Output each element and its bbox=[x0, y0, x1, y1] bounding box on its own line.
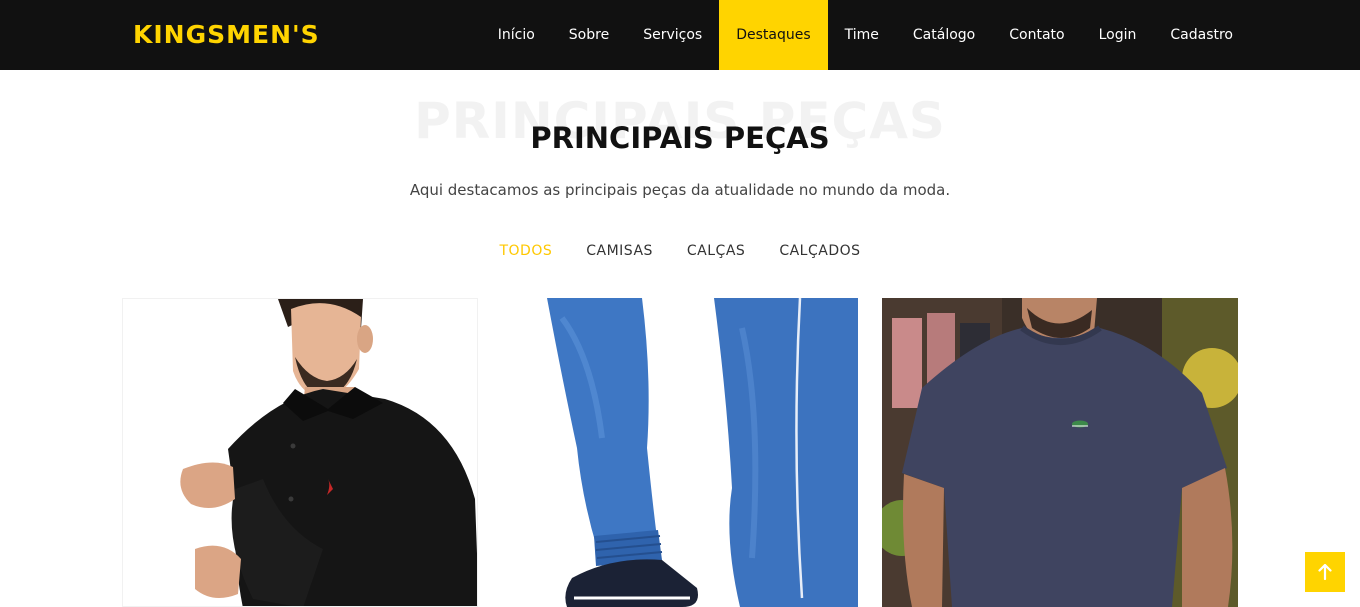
back-to-top-button[interactable] bbox=[1305, 552, 1345, 592]
filter-calcas[interactable]: CALÇAS bbox=[670, 240, 762, 262]
product-card-tshirt[interactable] bbox=[882, 298, 1238, 607]
filter-calcados[interactable]: CALÇADOS bbox=[762, 240, 877, 262]
nav-item-servicos[interactable]: Serviços bbox=[626, 0, 719, 70]
section-title: PRINCIPAIS PEÇAS bbox=[530, 121, 830, 155]
black-dress-shirt-photo bbox=[123, 299, 477, 606]
product-card-jeans[interactable] bbox=[502, 298, 858, 607]
arrow-up-icon bbox=[1318, 564, 1332, 580]
nav-item-inicio[interactable]: Início bbox=[481, 0, 552, 70]
brand-logo[interactable]: KINGSMEN'S bbox=[133, 16, 320, 54]
nav-item-contato[interactable]: Contato bbox=[992, 0, 1081, 70]
nav-item-time[interactable]: Time bbox=[828, 0, 896, 70]
main-nav: Início Sobre Serviços Destaques Time Cat… bbox=[481, 0, 1250, 70]
navy-tshirt-photo bbox=[882, 298, 1238, 607]
filter-todos[interactable]: TODOS bbox=[482, 240, 569, 262]
nav-item-catalogo[interactable]: Catálogo bbox=[896, 0, 992, 70]
section-subtitle: Aqui destacamos as principais peças da a… bbox=[409, 181, 951, 199]
nav-item-destaques[interactable]: Destaques bbox=[719, 0, 828, 70]
navbar: KINGSMEN'S Início Sobre Serviços Destaqu… bbox=[0, 0, 1360, 70]
blue-jogger-jeans-photo bbox=[502, 298, 858, 607]
nav-item-cadastro[interactable]: Cadastro bbox=[1153, 0, 1250, 70]
filter-camisas[interactable]: CAMISAS bbox=[569, 240, 670, 262]
portfolio-filters: TODOS CAMISAS CALÇAS CALÇADOS bbox=[0, 240, 1360, 262]
product-card-shirt[interactable] bbox=[122, 298, 478, 607]
nav-item-login[interactable]: Login bbox=[1082, 0, 1154, 70]
nav-item-sobre[interactable]: Sobre bbox=[552, 0, 626, 70]
